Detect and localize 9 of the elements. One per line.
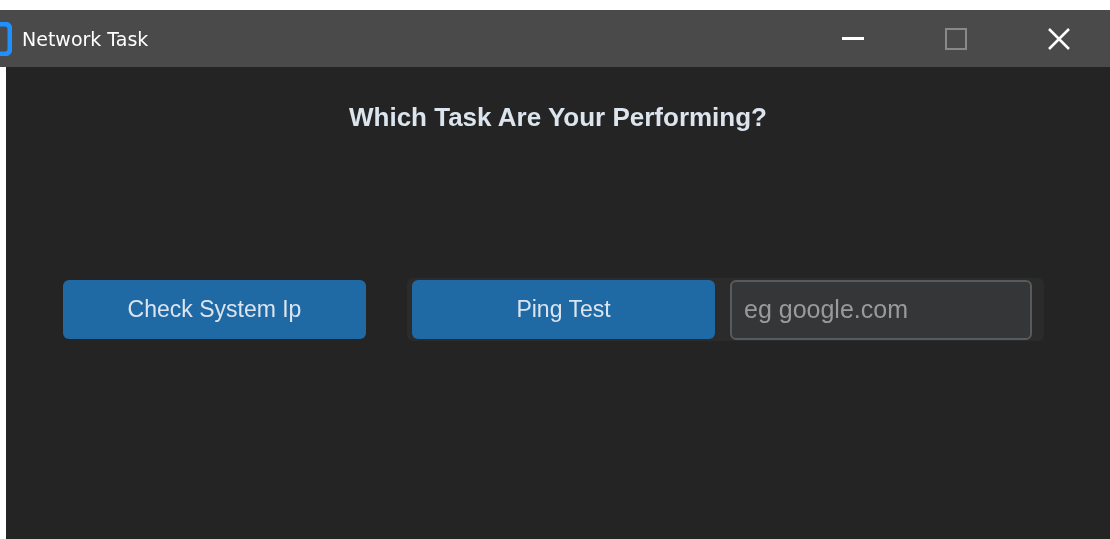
ping-button[interactable]: Ping Test bbox=[412, 280, 715, 339]
check-ip-button[interactable]: Check System Ip bbox=[63, 280, 366, 339]
close-icon bbox=[1047, 27, 1070, 50]
host-field[interactable]: eg google.com bbox=[730, 279, 1032, 340]
maximize-icon bbox=[944, 27, 967, 50]
heading: Which Task Are Your Performing? bbox=[349, 102, 767, 133]
minimize-icon bbox=[841, 37, 864, 40]
app-icon bbox=[0, 21, 12, 56]
window-title: Network Task bbox=[22, 27, 150, 50]
